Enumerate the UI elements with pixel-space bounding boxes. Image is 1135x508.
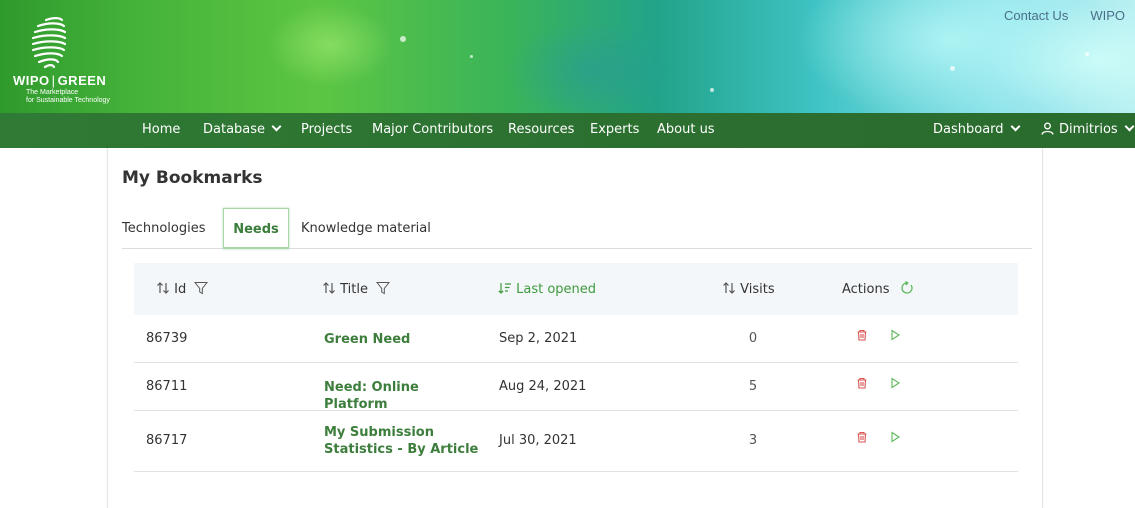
column-label-title: Title xyxy=(340,282,369,297)
wipo-link[interactable]: WIPO xyxy=(1090,8,1125,23)
brand-tagline-line2: for Sustainable Technology xyxy=(26,97,110,104)
nav-projects[interactable]: Projects xyxy=(301,122,352,137)
chevron-down-icon xyxy=(1124,121,1135,132)
trash-icon[interactable] xyxy=(856,377,868,389)
bookmarks-card: My Bookmarks Technologies Needs Knowledg… xyxy=(107,148,1043,508)
table-header: Id Title Last opened Visits Actions xyxy=(134,263,1018,315)
sort-arrows-icon[interactable] xyxy=(156,281,170,295)
user-icon xyxy=(1041,122,1054,135)
cell-id: 86717 xyxy=(146,433,188,448)
column-label-id: Id xyxy=(174,282,187,297)
play-icon[interactable] xyxy=(889,377,901,389)
nav-database[interactable]: Database xyxy=(203,121,282,137)
cell-visits: 5 xyxy=(748,379,758,394)
table-row: 86739 Green Need Sep 2, 2021 0 xyxy=(134,315,1018,363)
sort-desc-icon[interactable] xyxy=(498,281,512,295)
sort-arrows-icon[interactable] xyxy=(722,281,736,295)
cell-visits: 3 xyxy=(748,433,758,448)
cell-title-link[interactable]: Need: Online Platform xyxy=(324,379,484,413)
bookmark-tabs: Technologies Needs Knowledge material xyxy=(122,208,1032,249)
column-label-actions: Actions xyxy=(842,282,890,297)
cell-id: 86739 xyxy=(146,331,188,346)
trash-icon[interactable] xyxy=(856,431,868,443)
nav-user-menu[interactable]: Dimitrios xyxy=(1041,121,1135,137)
nav-about-us[interactable]: About us xyxy=(657,122,715,137)
refresh-icon[interactable] xyxy=(900,281,914,295)
cell-id: 86711 xyxy=(146,379,188,394)
nav-major-contributors[interactable]: Major Contributors xyxy=(372,122,493,137)
banner-sparkle xyxy=(950,66,955,71)
cell-title-link[interactable]: Green Need xyxy=(324,331,484,348)
banner-sparkle xyxy=(1085,52,1089,56)
banner-sparkle xyxy=(400,36,406,42)
trash-icon[interactable] xyxy=(856,329,868,341)
column-header-actions: Actions xyxy=(842,281,914,297)
brand-name: WIPO | GREEN xyxy=(13,73,107,88)
column-header-title[interactable]: Title xyxy=(322,281,391,297)
table-row: 86717 My Submission Statistics - By Arti… xyxy=(134,411,1018,472)
contact-us-link[interactable]: Contact Us xyxy=(1004,8,1068,23)
tab-needs[interactable]: Needs xyxy=(223,208,289,249)
filter-icon[interactable] xyxy=(194,281,209,295)
cell-title-link[interactable]: My Submission Statistics - By Article xyxy=(324,424,484,458)
column-header-id[interactable]: Id xyxy=(156,281,209,297)
banner-sparkle xyxy=(470,55,473,58)
nav-dashboard-label: Dashboard xyxy=(933,122,1004,137)
tab-knowledge-material[interactable]: Knowledge material xyxy=(301,208,441,249)
brand-tagline-line1: The Marketplace xyxy=(26,89,79,96)
filter-icon[interactable] xyxy=(376,281,391,295)
sort-arrows-icon[interactable] xyxy=(322,281,336,295)
wipo-globe-icon xyxy=(31,17,67,69)
column-label-visits: Visits xyxy=(740,282,775,297)
brand-name-left: WIPO xyxy=(13,73,50,88)
table-row: 86711 Need: Online Platform Aug 24, 2021… xyxy=(134,363,1018,413)
brand-tagline: The Marketplace for Sustainable Technolo… xyxy=(26,89,110,105)
nav-user-label: Dimitrios xyxy=(1059,122,1118,137)
cell-last-opened: Jul 30, 2021 xyxy=(499,433,577,448)
top-links: Contact Us WIPO xyxy=(1004,8,1125,23)
nav-dashboard[interactable]: Dashboard xyxy=(933,121,1020,137)
banner-sparkle xyxy=(710,88,714,92)
brand-name-right: GREEN xyxy=(57,73,107,88)
play-icon[interactable] xyxy=(889,431,901,443)
nav-home[interactable]: Home xyxy=(142,122,180,137)
cell-visits: 0 xyxy=(748,331,758,346)
cell-last-opened: Sep 2, 2021 xyxy=(499,331,578,346)
header-banner: WIPO | GREEN The Marketplace for Sustainab… xyxy=(0,0,1135,113)
column-header-visits[interactable]: Visits xyxy=(722,281,775,297)
chevron-down-icon xyxy=(271,121,282,132)
play-icon[interactable] xyxy=(889,329,901,341)
nav-experts[interactable]: Experts xyxy=(590,122,639,137)
cell-last-opened: Aug 24, 2021 xyxy=(499,379,587,394)
chevron-down-icon xyxy=(1010,121,1020,132)
column-header-last-opened[interactable]: Last opened xyxy=(498,281,596,297)
page-title: My Bookmarks xyxy=(122,168,263,188)
nav-database-label: Database xyxy=(203,122,266,137)
tab-technologies[interactable]: Technologies xyxy=(122,208,217,249)
wipo-green-logo[interactable]: WIPO | GREEN The Marketplace for Sustainab… xyxy=(8,8,143,108)
main-nav: Home Database Projects Major Contributor… xyxy=(0,113,1135,148)
nav-resources[interactable]: Resources xyxy=(508,122,574,137)
column-label-last-opened: Last opened xyxy=(516,282,597,297)
